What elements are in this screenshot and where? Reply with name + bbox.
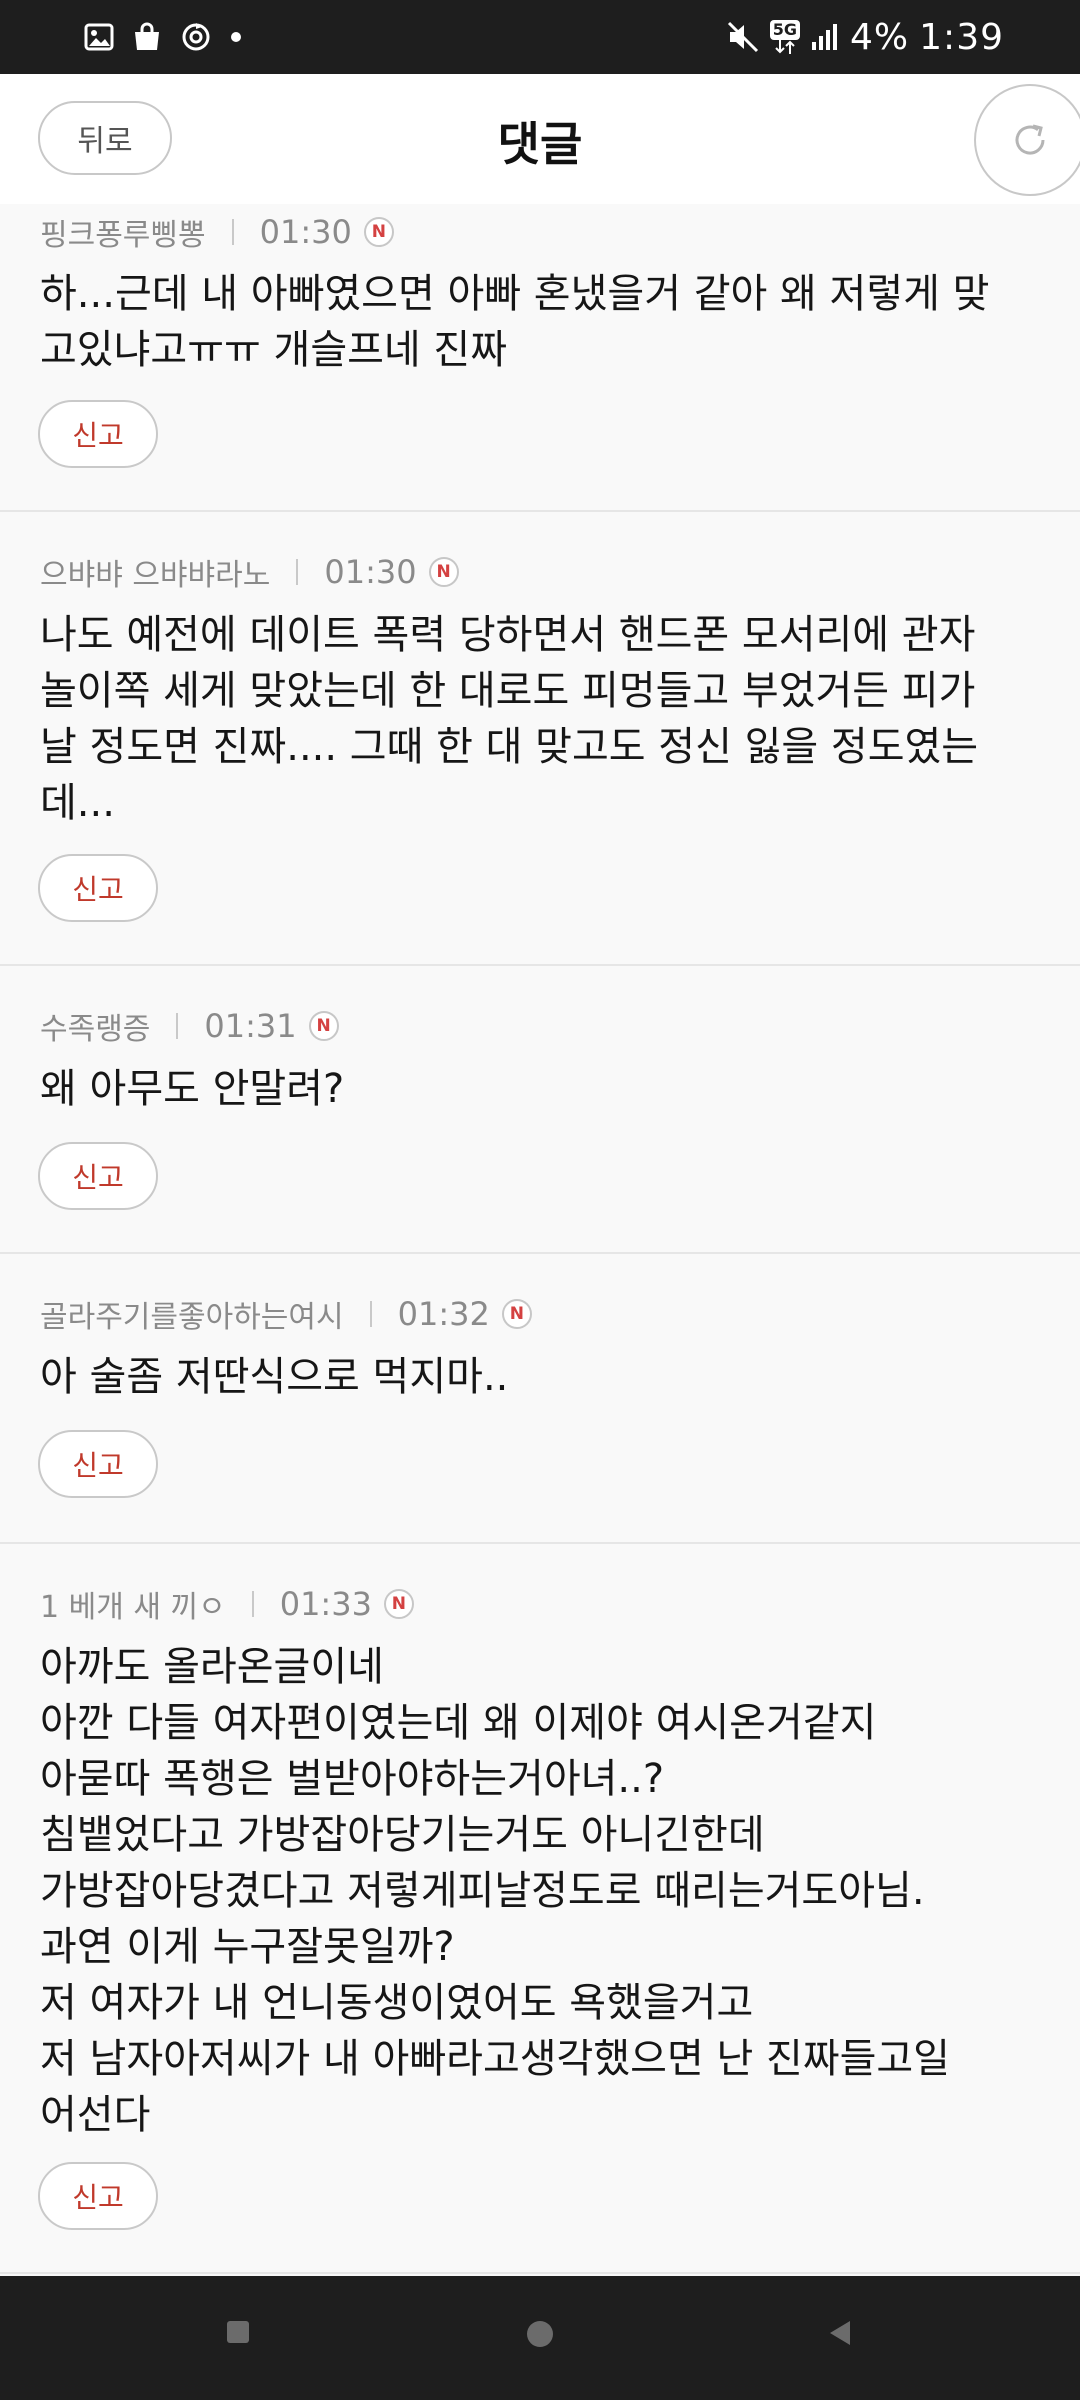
report-button[interactable]: 신고 [38, 1142, 158, 1210]
system-nav-bar [0, 2276, 1080, 2400]
clock: 1:39 [919, 16, 1004, 58]
home-icon[interactable] [526, 2320, 554, 2348]
comment-item: 핑크퐁루삥뽕 01:30 N 하...근데 내 아빠였으면 아빠 혼냈을거 같아… [0, 204, 1080, 512]
comment-time: 01:30 [259, 213, 352, 251]
comment-time: 01:31 [204, 1007, 297, 1045]
signal-icon [810, 22, 840, 52]
report-button[interactable]: 신고 [38, 2162, 158, 2230]
comment-body: 왜 아무도 안말려? [40, 1066, 345, 1112]
comment-meta: 으뱌뱌 으뱌뱌라노 01:30 N [40, 550, 459, 594]
comment-author[interactable]: 수족랭증 [40, 1004, 150, 1048]
new-badge: N [363, 217, 394, 247]
comment-item: 수족랭증 01:31 N 왜 아무도 안말려? 신고 [0, 966, 1080, 1254]
comment-time: 01:32 [397, 1295, 490, 1333]
comment-meta: 핑크퐁루삥뽕 01:30 N [40, 210, 394, 254]
comment-author[interactable]: 1 베개 새 끼ㅇ [40, 1582, 226, 1626]
new-badge: N [383, 1589, 414, 1619]
status-bar: 5G 4% 1:39 [0, 0, 1080, 74]
comment-body: 나도 예전에 데이트 폭력 당하면서 핸드폰 모서리에 관자 놀이쪽 세게 맞았… [40, 612, 979, 826]
new-badge: N [308, 1011, 339, 1041]
recents-icon[interactable] [226, 2320, 250, 2344]
image-icon [84, 23, 114, 51]
comment-body: 하...근데 내 아빠였으면 아빠 혼냈을거 같아 왜 저렇게 맞 고있냐고ㅠㅠ… [40, 271, 990, 373]
network-label: 5G [769, 20, 801, 40]
status-bar-right: 5G 4% 1:39 [726, 16, 1004, 58]
comment-author[interactable]: 골라주기를좋아하는여시 [40, 1292, 344, 1336]
report-button[interactable]: 신고 [38, 854, 158, 922]
shopping-bag-icon [132, 22, 162, 52]
comment-meta: 1 베개 새 끼ㅇ 01:33 N [40, 1582, 414, 1626]
comment-meta: 수족랭증 01:31 N [40, 1004, 339, 1048]
comment-time: 01:30 [324, 553, 417, 591]
meta-divider [369, 1301, 372, 1327]
top-header: 뒤로 댓글 [0, 74, 1080, 206]
sync-icon [180, 21, 212, 53]
back-icon[interactable] [828, 2320, 852, 2346]
refresh-button[interactable] [974, 84, 1080, 196]
report-button[interactable]: 신고 [38, 400, 158, 468]
comment-author[interactable]: 핑크퐁루삥뽕 [40, 210, 206, 254]
comment-meta: 골라주기를좋아하는여시 01:32 N [40, 1292, 532, 1336]
page-title: 댓글 [497, 117, 583, 171]
report-button[interactable]: 신고 [38, 1430, 158, 1498]
comment-list: 핑크퐁루삥뽕 01:30 N 하...근데 내 아빠였으면 아빠 혼냈을거 같아… [0, 204, 1080, 2274]
refresh-icon [1010, 120, 1050, 160]
meta-divider [251, 1591, 254, 1617]
comment-time: 01:33 [279, 1585, 372, 1623]
mute-icon [726, 20, 760, 54]
comment-author[interactable]: 으뱌뱌 으뱌뱌라노 [40, 550, 270, 594]
network-5g-icon: 5G [769, 20, 801, 54]
comment-body: 아까도 올라온글이네 아깐 다들 여자편이였는데 왜 이제야 여시온거같지 아묻… [40, 1644, 950, 2138]
comment-item: 으뱌뱌 으뱌뱌라노 01:30 N 나도 예전에 데이트 폭력 당하면서 핸드폰… [0, 512, 1080, 966]
comment-item: 1 베개 새 끼ㅇ 01:33 N 아까도 올라온글이네 아깐 다들 여자편이였… [0, 1544, 1080, 2274]
new-badge: N [428, 557, 459, 587]
meta-divider [296, 559, 299, 585]
meta-divider [231, 219, 234, 245]
comment-body: 아 술좀 저딴식으로 먹지마.. [40, 1354, 509, 1400]
comment-item: 골라주기를좋아하는여시 01:32 N 아 술좀 저딴식으로 먹지마.. 신고 [0, 1254, 1080, 1544]
status-bar-left [84, 22, 242, 52]
dot-icon [230, 31, 242, 43]
meta-divider [176, 1013, 179, 1039]
new-badge: N [501, 1299, 532, 1329]
battery-percent: 4% [850, 16, 910, 58]
